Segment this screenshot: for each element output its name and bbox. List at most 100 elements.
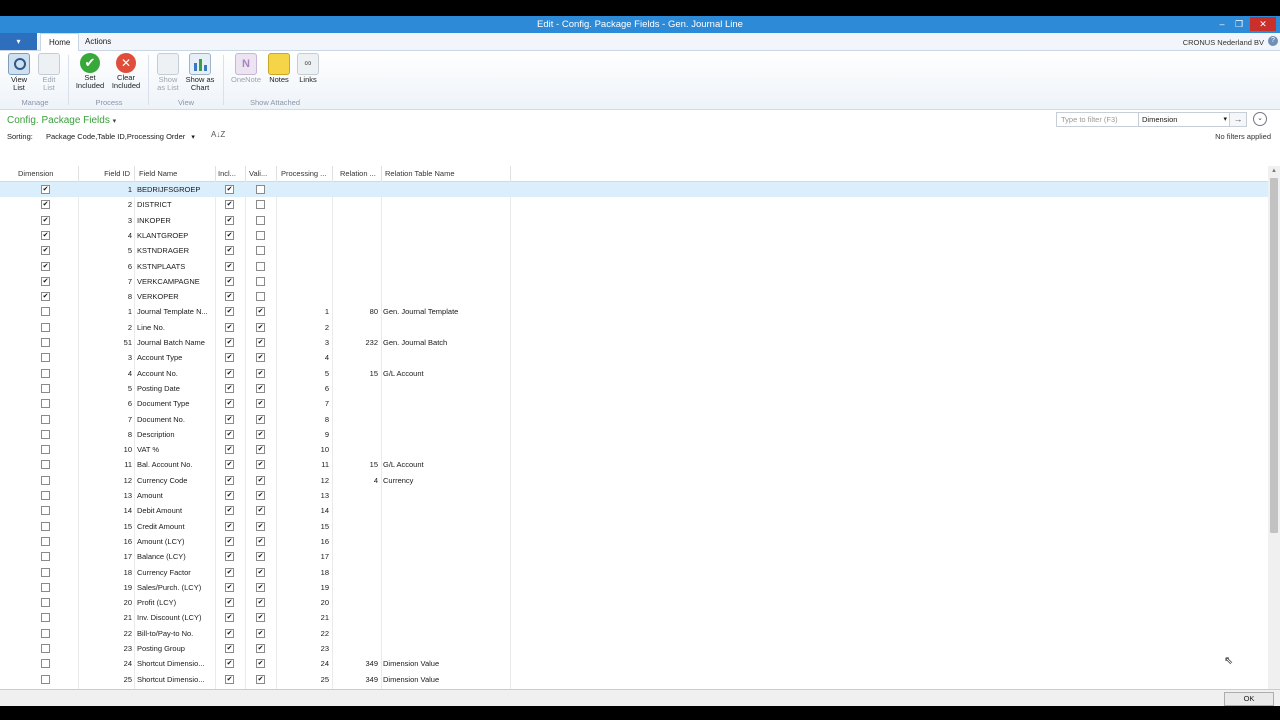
table-row[interactable]: 17 Balance (LCY) ✔ ✔ 17 <box>0 549 1268 564</box>
expand-filter-icon[interactable]: ⌄ <box>1253 112 1267 126</box>
table-row[interactable]: 11 Bal. Account No. ✔ ✔ 11 15 G/L Account <box>0 457 1268 472</box>
validate-checkbox[interactable]: ✔ <box>256 307 265 317</box>
include-checkbox[interactable]: ✔ <box>225 445 234 455</box>
validate-checkbox[interactable]: ✔ <box>256 475 265 485</box>
table-row[interactable]: 12 Currency Code ✔ ✔ 12 4 Currency <box>0 473 1268 488</box>
include-checkbox[interactable]: ✔ <box>225 338 234 347</box>
validate-checkbox[interactable]: ✔ <box>256 368 265 378</box>
dimension-checkbox[interactable] <box>41 644 50 653</box>
table-row[interactable]: ✔ 7 VERKCAMPAGNE ✔ <box>0 274 1268 289</box>
table-row[interactable]: 1 Journal Template N... ✔ ✔ 1 80 Gen. Journal … <box>0 304 1268 319</box>
include-checkbox[interactable]: ✔ <box>225 307 234 317</box>
include-checkbox[interactable]: ✔ <box>225 521 234 531</box>
validate-checkbox[interactable]: ✔ <box>256 322 265 332</box>
filter-input[interactable]: Type to filter (F3) <box>1056 112 1140 127</box>
validate-checkbox[interactable] <box>256 215 265 225</box>
close-button[interactable]: ✕ <box>1250 17 1276 31</box>
table-row[interactable]: ✔ 1 BEDRIJFSGROEP ✔ <box>0 182 1268 198</box>
validate-checkbox[interactable]: ✔ <box>256 353 265 363</box>
dimension-checkbox[interactable] <box>41 445 50 455</box>
view-list-button[interactable]: View List <box>6 53 32 92</box>
notes-button[interactable]: Notes <box>267 53 291 84</box>
table-row[interactable]: 14 Debit Amount ✔ ✔ 14 <box>0 503 1268 518</box>
col-field-name[interactable]: Field Name <box>139 169 215 178</box>
validate-checkbox[interactable]: ✔ <box>256 521 265 531</box>
dimension-checkbox[interactable] <box>41 338 50 347</box>
table-row[interactable]: 13 Amount ✔ ✔ 13 <box>0 488 1268 503</box>
dimension-checkbox[interactable] <box>41 399 50 409</box>
dimension-checkbox[interactable] <box>41 506 50 516</box>
help-icon[interactable]: ? <box>1268 36 1278 46</box>
col-relation-table-id[interactable]: Relation ... <box>340 169 380 178</box>
table-row[interactable]: 8 Description ✔ ✔ 9 <box>0 427 1268 442</box>
include-checkbox[interactable]: ✔ <box>225 598 234 608</box>
dimension-checkbox[interactable] <box>41 582 50 592</box>
table-row[interactable]: 10 VAT % ✔ ✔ 10 <box>0 442 1268 457</box>
col-relation-table-name[interactable]: Relation Table Name <box>385 169 505 178</box>
table-row[interactable]: ✔ 2 DISTRICT ✔ <box>0 197 1268 212</box>
include-checkbox[interactable]: ✔ <box>225 628 234 638</box>
dimension-checkbox[interactable]: ✔ <box>41 261 50 271</box>
include-checkbox[interactable]: ✔ <box>225 246 234 256</box>
include-checkbox[interactable]: ✔ <box>225 230 234 240</box>
include-checkbox[interactable]: ✔ <box>225 200 234 210</box>
table-row[interactable]: 23 Posting Group ✔ ✔ 23 <box>0 641 1268 656</box>
table-row[interactable]: 18 Currency Factor ✔ ✔ 18 <box>0 565 1268 580</box>
table-row[interactable]: 20 Profit (LCY) ✔ ✔ 20 <box>0 595 1268 610</box>
dimension-checkbox[interactable]: ✔ <box>41 230 50 240</box>
links-button[interactable]: ∞ Links <box>296 53 320 84</box>
validate-checkbox[interactable]: ✔ <box>256 460 265 470</box>
include-checkbox[interactable]: ✔ <box>225 383 234 393</box>
dimension-checkbox[interactable] <box>41 598 50 608</box>
include-checkbox[interactable]: ✔ <box>225 475 234 485</box>
include-checkbox[interactable]: ✔ <box>225 215 234 225</box>
col-included[interactable]: Incl... <box>218 169 244 178</box>
table-row[interactable]: ✔ 3 INKOPER ✔ <box>0 213 1268 228</box>
table-row[interactable]: ✔ 8 VERKOPER ✔ <box>0 289 1268 304</box>
dimension-checkbox[interactable]: ✔ <box>41 185 50 194</box>
table-row[interactable]: 3 Account Type ✔ ✔ 4 <box>0 350 1268 365</box>
include-checkbox[interactable]: ✔ <box>225 414 234 424</box>
dimension-checkbox[interactable] <box>41 628 50 638</box>
validate-checkbox[interactable]: ✔ <box>256 399 265 409</box>
table-row[interactable]: 21 Inv. Discount (LCY) ✔ ✔ 21 <box>0 610 1268 625</box>
table-row[interactable]: 7 Document No. ✔ ✔ 8 <box>0 412 1268 427</box>
dimension-checkbox[interactable] <box>41 383 50 393</box>
validate-checkbox[interactable] <box>256 200 265 210</box>
validate-checkbox[interactable]: ✔ <box>256 628 265 638</box>
validate-checkbox[interactable]: ✔ <box>256 674 265 684</box>
dimension-checkbox[interactable] <box>41 613 50 623</box>
dimension-checkbox[interactable] <box>41 521 50 531</box>
validate-checkbox[interactable] <box>256 230 265 240</box>
table-row[interactable]: 2 Line No. ✔ ✔ 2 <box>0 320 1268 335</box>
include-checkbox[interactable]: ✔ <box>225 368 234 378</box>
sorting-select[interactable]: Package Code,Table ID,Processing Order ▾ <box>46 132 195 141</box>
dimension-checkbox[interactable] <box>41 307 50 317</box>
vertical-scrollbar[interactable]: ▲ ▼ <box>1268 166 1280 700</box>
dimension-checkbox[interactable] <box>41 460 50 470</box>
table-row[interactable]: 22 Bill-to/Pay-to No. ✔ ✔ 22 <box>0 626 1268 641</box>
validate-checkbox[interactable]: ✔ <box>256 613 265 623</box>
table-row[interactable]: 25 Shortcut Dimensio... ✔ ✔ 25 349 Dimension V… <box>0 672 1268 687</box>
set-included-button[interactable]: ✔ Set Included <box>74 53 106 90</box>
include-checkbox[interactable]: ✔ <box>225 552 234 562</box>
sort-direction-icon[interactable]: A↓Z <box>211 130 225 139</box>
dimension-checkbox[interactable] <box>41 353 50 363</box>
minimize-button[interactable]: – <box>1214 17 1230 31</box>
table-row[interactable]: 4 Account No. ✔ ✔ 5 15 G/L Account <box>0 366 1268 381</box>
table-row[interactable]: 19 Sales/Purch. (LCY) ✔ ✔ 19 <box>0 580 1268 595</box>
restore-button[interactable]: ❐ <box>1231 17 1247 31</box>
dimension-checkbox[interactable] <box>41 429 50 439</box>
include-checkbox[interactable]: ✔ <box>225 567 234 577</box>
table-row[interactable]: 5 Posting Date ✔ ✔ 6 <box>0 381 1268 396</box>
dimension-checkbox[interactable]: ✔ <box>41 215 50 225</box>
filter-field-select[interactable]: Dimension ▾ <box>1138 112 1231 127</box>
validate-checkbox[interactable]: ✔ <box>256 659 265 669</box>
table-row[interactable]: 6 Document Type ✔ ✔ 7 <box>0 396 1268 411</box>
validate-checkbox[interactable]: ✔ <box>256 552 265 562</box>
validate-checkbox[interactable]: ✔ <box>256 445 265 455</box>
clear-included-button[interactable]: ✕ Clear Included <box>110 53 142 90</box>
dimension-checkbox[interactable]: ✔ <box>41 246 50 256</box>
include-checkbox[interactable]: ✔ <box>225 292 234 302</box>
table-row[interactable]: ✔ 5 KSTNDRAGER ✔ <box>0 243 1268 258</box>
